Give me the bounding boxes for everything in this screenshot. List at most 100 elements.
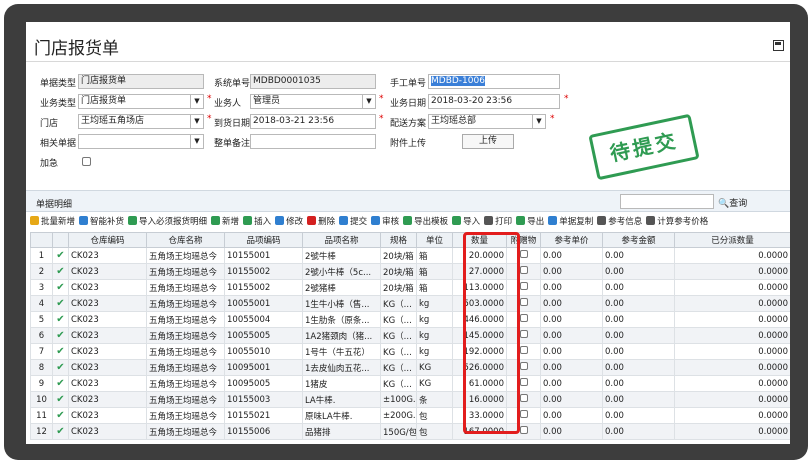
column-header[interactable]	[30, 232, 53, 248]
toolbar-button[interactable]: 计算参考价格	[646, 214, 708, 231]
remark-field[interactable]	[250, 134, 376, 149]
toolbar-button[interactable]: 批量新增	[30, 214, 75, 231]
manual-no-field[interactable]: MDBD-1006	[428, 74, 560, 89]
toolbar-button[interactable]: 打印	[484, 214, 512, 231]
toolbar-button[interactable]: 导出	[516, 214, 544, 231]
column-header[interactable]: 单位	[416, 232, 453, 248]
column-header[interactable]: 已分派数量	[674, 232, 790, 248]
biz-type-label: 业务类型	[40, 99, 77, 109]
column-header[interactable]: 品项名称	[302, 232, 381, 248]
toolbar-button[interactable]: 参考信息	[597, 214, 642, 231]
cell-no: 4	[30, 295, 53, 312]
cell-wh-name: 五角场王均瑶总今	[146, 375, 225, 392]
table-row[interactable]: 7 ✔ CK023 五角场王均瑶总今 10055010 1号牛（牛五花） KG（... kg 1…	[30, 343, 790, 360]
toolbar-button-label: 导入	[463, 217, 481, 227]
toolbar-button[interactable]: 导入	[452, 214, 480, 231]
gift-checkbox[interactable]	[519, 282, 528, 290]
toolbar-button[interactable]: 删除	[307, 214, 335, 231]
cell-amount: 0.00	[602, 407, 675, 424]
chevron-down-icon[interactable]: ▼	[190, 135, 203, 148]
toolbar-button[interactable]: 新增	[211, 214, 239, 231]
gift-checkbox[interactable]	[519, 330, 528, 338]
table-row[interactable]: 8 ✔ CK023 五角场王均瑶总今 10095001 1去皮仙肉五花... KG（... K…	[30, 359, 790, 376]
detail-search-input[interactable]	[620, 194, 714, 209]
cell-item-name: 原味LA牛棒.	[302, 407, 381, 424]
column-header[interactable]: 参考金额	[602, 232, 675, 248]
status-stamp: 待提交	[588, 113, 700, 181]
cell-no: 10	[30, 391, 53, 408]
toolbar-icon	[307, 216, 317, 225]
chevron-down-icon[interactable]: ▼	[362, 95, 375, 108]
toolbar-button[interactable]: 单据复制	[548, 214, 593, 231]
toolbar-button[interactable]: 提交	[339, 214, 367, 231]
cell-price: 0.00	[540, 391, 603, 408]
column-header[interactable]: 仓库编码	[68, 232, 147, 248]
gift-checkbox[interactable]	[519, 346, 528, 354]
table-row[interactable]: 2 ✔ CK023 五角场王均瑶总今 10155002 2號小牛棒（5c... 20块/箱箱…	[30, 263, 790, 280]
toolbar-button-label: 单据复制	[559, 217, 594, 227]
manual-no-value: MDBD-1006	[431, 76, 485, 86]
salesman-select[interactable]: 管理员 ▼	[250, 94, 376, 109]
gift-checkbox[interactable]	[519, 394, 528, 402]
cell-gift	[506, 407, 541, 424]
toolbar-button-label: 计算参考价格	[657, 217, 709, 227]
gift-checkbox[interactable]	[519, 378, 528, 386]
column-header[interactable]: 数量	[452, 232, 507, 248]
cell-price: 0.00	[540, 247, 603, 264]
gift-checkbox[interactable]	[519, 362, 528, 370]
toolbar-button[interactable]: 修改	[275, 214, 303, 231]
table-row[interactable]: 10✔CK023五角场王均瑶总今10155003LA牛棒.±100G...条16…	[30, 391, 790, 408]
store-select[interactable]: 王均瑶五角场店 ▼	[78, 114, 204, 129]
chevron-down-icon[interactable]: ▼	[190, 95, 203, 108]
column-header[interactable]: 附赠物	[506, 232, 541, 248]
gift-checkbox[interactable]	[519, 314, 528, 322]
toolbar-button-label: 参考信息	[608, 217, 643, 227]
salesman-value: 管理员	[253, 96, 281, 106]
column-header[interactable]	[52, 232, 69, 248]
gift-checkbox[interactable]	[519, 298, 528, 306]
toolbar-button[interactable]: 智能补货	[79, 214, 124, 231]
table-row[interactable]: 3 ✔ CK023 五角场王均瑶总今 10155002 2號猪棒 20块/箱箱 113.000…	[30, 279, 790, 296]
toolbar-button[interactable]: 导入必须报货明细	[128, 214, 207, 231]
delivery-select[interactable]: 王均瑶总部 ▼	[428, 114, 546, 129]
store-value: 王均瑶五角场店	[81, 116, 145, 126]
cell-wh-code: CK023	[68, 343, 147, 360]
search-button[interactable]: 🔍查询	[718, 196, 747, 209]
window-restore-button[interactable]	[773, 40, 784, 51]
column-header[interactable]: 参考单价	[540, 232, 603, 248]
chevron-down-icon[interactable]: ▼	[532, 115, 545, 128]
table-row[interactable]: 1 ✔ CK023 五角场王均瑶总今 10155001 2號牛棒 20块/箱箱 20.0000…	[30, 247, 790, 264]
table-row[interactable]: 12 ✔ CK023 五角场王均瑶总今 10155006 品猪排 150G/包包 167.00…	[30, 423, 790, 440]
gift-checkbox[interactable]	[519, 266, 528, 274]
table-row[interactable]: 9 ✔ CK023 五角场王均瑶总今 10095005 1猪皮 KG（... KG 61.000…	[30, 375, 790, 392]
gift-checkbox[interactable]	[519, 410, 528, 418]
column-header[interactable]: 规格	[380, 232, 417, 248]
toolbar-button-label: 新增	[222, 217, 240, 227]
chevron-down-icon[interactable]: ▼	[190, 115, 203, 128]
gift-checkbox[interactable]	[519, 250, 528, 258]
table-row[interactable]: 5 ✔ CK023 五角场王均瑶总今 10055004 1生肋条（原条... KG（... k…	[30, 311, 790, 328]
column-header[interactable]: 品项编码	[224, 232, 303, 248]
detail-title: 单据明细	[36, 200, 73, 210]
arrival-date-field[interactable]: 2018-03-21 23:56	[250, 114, 376, 129]
toolbar-button[interactable]: 导出模板	[403, 214, 448, 231]
cell-assigned: 0.0000	[674, 359, 790, 376]
cell-wh-name: 五角场王均瑶总今	[146, 263, 225, 280]
cell-no: 1	[30, 247, 53, 264]
biz-date-field[interactable]: 2018-03-20 23:56	[428, 94, 560, 109]
table-row[interactable]: 6 ✔ CK023 五角场王均瑶总今 10055005 1A2猪颈肉（猪... KG（...…	[30, 327, 790, 344]
upload-button[interactable]: 上传	[462, 134, 514, 149]
cell-unit: kg	[416, 327, 453, 344]
toolbar-button[interactable]: 插入	[243, 214, 271, 231]
cell-price: 0.00	[540, 375, 603, 392]
table-row[interactable]: 4 ✔ CK023 五角场王均瑶总今 10055001 1生牛小棒（售... KG（... k…	[30, 295, 790, 312]
toolbar-button[interactable]: 审核	[371, 214, 399, 231]
urgent-checkbox[interactable]	[82, 157, 91, 166]
table-row[interactable]: 11✔CK023五角场王均瑶总今10155021原味LA牛棒.±200G...包…	[30, 407, 790, 424]
cell-item-code: 10055001	[224, 295, 303, 312]
delivery-value: 王均瑶总部	[431, 116, 477, 126]
gift-checkbox[interactable]	[519, 426, 528, 434]
column-header[interactable]: 仓库名称	[146, 232, 225, 248]
biz-type-select[interactable]: 门店报货单 ▼	[78, 94, 204, 109]
related-doc-select[interactable]: ▼	[78, 134, 204, 149]
